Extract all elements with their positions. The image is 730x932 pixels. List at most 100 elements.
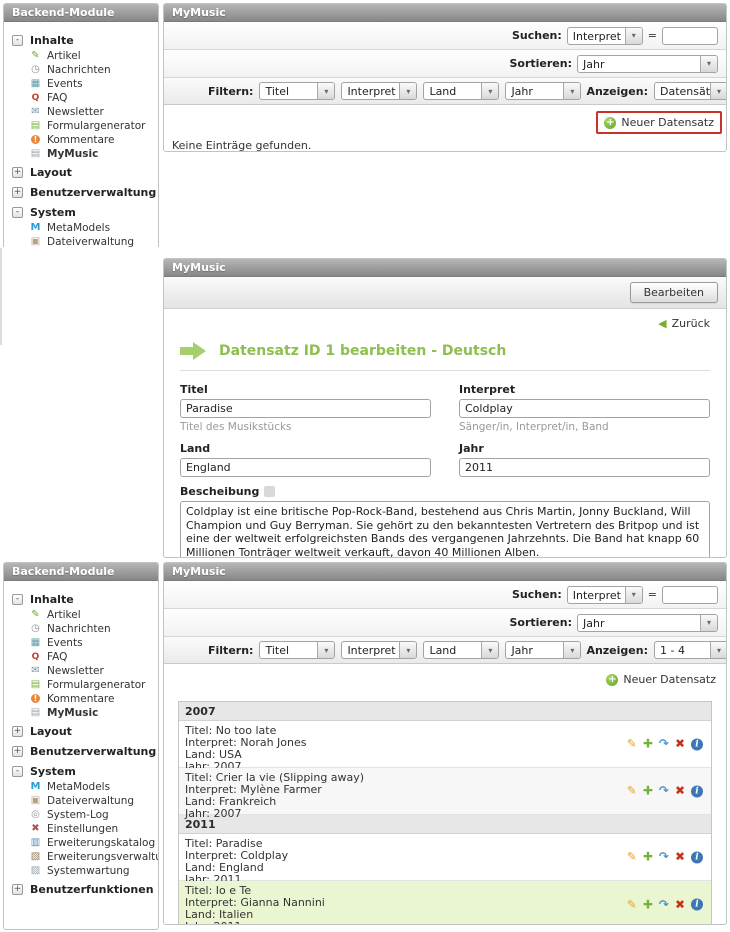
- sidebar-item-dateiverwaltung[interactable]: Dateiverwaltung: [4, 794, 158, 808]
- collapse-icon[interactable]: -: [12, 35, 23, 46]
- delete-icon[interactable]: ✖: [675, 898, 685, 911]
- info-icon[interactable]: i: [691, 899, 703, 911]
- delete-icon[interactable]: ✖: [675, 738, 685, 751]
- search-input[interactable]: [662, 27, 718, 45]
- interpret-input[interactable]: [459, 399, 710, 418]
- duplicate-icon[interactable]: ✚: [643, 738, 653, 751]
- info-icon[interactable]: i: [691, 785, 703, 797]
- info-icon[interactable]: i: [691, 738, 703, 750]
- filter-select-titel[interactable]: Titel: [259, 82, 335, 100]
- sidebar-item-faq[interactable]: FAQ: [4, 91, 158, 105]
- sidebar-item-formulargenerator[interactable]: Formulargenerator: [4, 678, 158, 692]
- search-input[interactable]: [662, 586, 718, 604]
- sidebar-item-erweiterungskatalog[interactable]: Erweiterungskatalog: [4, 836, 158, 850]
- panel-body: + Neuer Datensatz 2007Titel: No too late…: [164, 664, 726, 925]
- sidebar-section-benutzerfunktionen[interactable]: +Benutzerfunktionen: [4, 878, 158, 898]
- expand-icon[interactable]: +: [12, 167, 23, 178]
- delete-icon[interactable]: ✖: [675, 851, 685, 864]
- move-icon[interactable]: ↷: [659, 851, 669, 864]
- row-jahr: Jahr: 2007: [185, 808, 705, 820]
- sidebar-item-metamodels[interactable]: MetaModels: [4, 221, 158, 235]
- edit-icon[interactable]: ✎: [627, 738, 637, 751]
- filter-select-interpret[interactable]: Interpret: [341, 82, 417, 100]
- sidebar-item-events[interactable]: Events: [4, 636, 158, 650]
- show-select[interactable]: Datensätze: [654, 82, 727, 100]
- sidebar-section-layout[interactable]: +Layout: [4, 720, 158, 740]
- filter-label: Filtern:: [208, 644, 253, 657]
- screenshot-edge-remnant: [0, 248, 2, 345]
- sidebar-item-newsletter[interactable]: Newsletter: [4, 105, 158, 119]
- filter-select-interpret[interactable]: Interpret: [341, 641, 417, 659]
- sidebar-item-mymusic[interactable]: MyMusic: [4, 706, 158, 720]
- sidebar-item-artikel[interactable]: Artikel: [4, 49, 158, 63]
- filter-select-titel[interactable]: Titel: [259, 641, 335, 659]
- sidebar-item-dateiverwaltung[interactable]: Dateiverwaltung: [4, 235, 158, 247]
- new-record-link[interactable]: + Neuer Datensatz: [600, 670, 722, 689]
- sort-select[interactable]: Jahr: [577, 55, 718, 73]
- new-record-link-highlighted[interactable]: + Neuer Datensatz: [596, 111, 722, 134]
- record-row: Titel: Io e TeInterpret: Gianna NanniniL…: [179, 881, 711, 925]
- sort-select[interactable]: Jahr: [577, 614, 718, 632]
- mymusic-icon: [29, 148, 42, 160]
- duplicate-icon[interactable]: ✚: [643, 851, 653, 864]
- sidebar-item-mymusic[interactable]: MyMusic: [4, 147, 158, 161]
- sidebar-item-kommentare[interactable]: Kommentare: [4, 133, 158, 147]
- sidebar-section-inhalte[interactable]: -Inhalte: [4, 588, 158, 608]
- expand-icon[interactable]: +: [12, 746, 23, 757]
- sidebar-item-nachrichten[interactable]: Nachrichten: [4, 622, 158, 636]
- collapse-icon[interactable]: -: [12, 766, 23, 777]
- sidebar-section-benutzerverwaltung[interactable]: +Benutzerverwaltung: [4, 740, 158, 760]
- expand-icon[interactable]: +: [12, 726, 23, 737]
- back-link[interactable]: ◀ Zurück: [180, 317, 710, 330]
- filter-select-land[interactable]: Land: [423, 641, 499, 659]
- filter-select-jahr[interactable]: Jahr: [505, 82, 581, 100]
- search-field-select[interactable]: Interpret: [567, 586, 643, 604]
- duplicate-icon[interactable]: ✚: [643, 785, 653, 798]
- land-input[interactable]: [180, 458, 431, 477]
- edit-icon[interactable]: ✎: [627, 851, 637, 864]
- sidebar-item-kommentare[interactable]: Kommentare: [4, 692, 158, 706]
- sidebar-item-artikel[interactable]: Artikel: [4, 608, 158, 622]
- titel-input[interactable]: [180, 399, 431, 418]
- move-icon[interactable]: ↷: [659, 738, 669, 751]
- sidebar-section-inhalte[interactable]: -Inhalte: [4, 29, 158, 49]
- filter-select-land[interactable]: Land: [423, 82, 499, 100]
- sidebar-item-faq[interactable]: FAQ: [4, 650, 158, 664]
- sidebar-item-formulargenerator[interactable]: Formulargenerator: [4, 119, 158, 133]
- editor-body: ◀ Zurück Datensatz ID 1 bearbeiten - Deu…: [164, 309, 726, 558]
- sidebar-section-system[interactable]: -System: [4, 760, 158, 780]
- show-select[interactable]: 1 - 4: [654, 641, 727, 659]
- sidebar-item-systemwartung[interactable]: Systemwartung: [4, 864, 158, 878]
- panel-body: + Neuer Datensatz Keine Einträge gefunde…: [164, 105, 726, 152]
- expand-icon[interactable]: +: [12, 884, 23, 895]
- jahr-input[interactable]: [459, 458, 710, 477]
- beschreibung-textarea[interactable]: Coldplay ist eine britische Pop-Rock-Ban…: [180, 501, 710, 558]
- duplicate-icon[interactable]: ✚: [643, 898, 653, 911]
- sidebar-item-erweiterungsverwaltung[interactable]: Erweiterungsverwaltung: [4, 850, 158, 864]
- edit-icon[interactable]: ✎: [627, 785, 637, 798]
- collapse-icon[interactable]: -: [12, 594, 23, 605]
- sidebar-item-einstellungen[interactable]: Einstellungen: [4, 822, 158, 836]
- sidebar-item-events[interactable]: Events: [4, 77, 158, 91]
- sidebar-title: Backend-Module: [4, 563, 158, 581]
- filter-select-jahr[interactable]: Jahr: [505, 641, 581, 659]
- item-label: Nachrichten: [47, 64, 111, 76]
- expand-icon[interactable]: +: [12, 187, 23, 198]
- sidebar-section-layout[interactable]: +Layout: [4, 161, 158, 181]
- sidebar-item-nachrichten[interactable]: Nachrichten: [4, 63, 158, 77]
- search-field-select[interactable]: Interpret: [567, 27, 643, 45]
- sidebar-item-metamodels[interactable]: MetaModels: [4, 780, 158, 794]
- edit-button[interactable]: Bearbeiten: [630, 282, 718, 303]
- edit-icon[interactable]: ✎: [627, 898, 637, 911]
- item-label: Dateiverwaltung: [47, 795, 134, 807]
- sidebar-section-benutzerverwaltung[interactable]: +Benutzerverwaltung: [4, 181, 158, 201]
- sidebar-item-newsletter[interactable]: Newsletter: [4, 664, 158, 678]
- info-icon[interactable]: i: [691, 851, 703, 863]
- collapse-icon[interactable]: -: [12, 207, 23, 218]
- sidebar-item-system-log[interactable]: System-Log: [4, 808, 158, 822]
- move-icon[interactable]: ↷: [659, 785, 669, 798]
- field-options-icon[interactable]: [264, 486, 275, 497]
- delete-icon[interactable]: ✖: [675, 785, 685, 798]
- sidebar-section-system[interactable]: -System: [4, 201, 158, 221]
- move-icon[interactable]: ↷: [659, 898, 669, 911]
